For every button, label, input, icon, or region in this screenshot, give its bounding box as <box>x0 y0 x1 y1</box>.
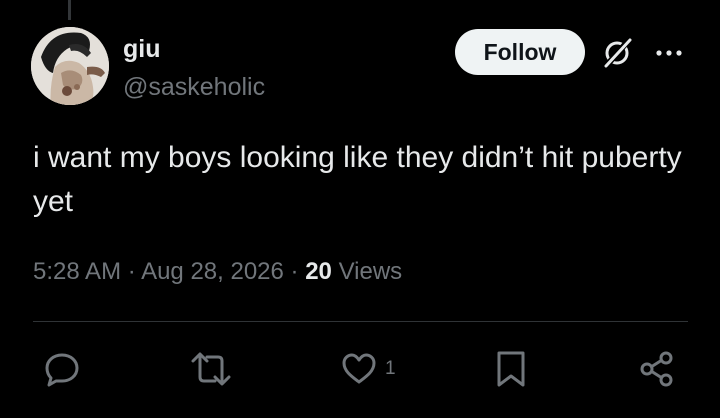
views-count[interactable]: 20 <box>305 258 332 285</box>
retweet-icon <box>191 352 231 386</box>
grok-icon[interactable] <box>600 35 636 71</box>
tweet-metadata: 5:28 AM · Aug 28, 2026 · 20 Views <box>33 256 402 288</box>
reply-icon <box>45 353 79 387</box>
author-handle[interactable]: @saskeholic <box>123 72 265 102</box>
like-count: 1 <box>385 358 396 379</box>
tweet-text: i want my boys looking like they didn’t … <box>33 141 682 218</box>
thread-connector-line <box>68 0 71 20</box>
author-name[interactable]: giu <box>123 34 161 64</box>
follow-button[interactable]: Follow <box>455 29 585 75</box>
share-icon <box>640 351 673 387</box>
bookmark-icon <box>497 351 525 387</box>
share-button[interactable] <box>637 349 677 389</box>
heart-icon <box>342 353 376 384</box>
more-icon[interactable] <box>654 38 684 68</box>
tweet-date[interactable]: Aug 28, 2026 <box>141 258 284 285</box>
meta-separator: · <box>283 258 306 285</box>
bookmark-button[interactable] <box>491 349 531 389</box>
like-button[interactable]: 1 <box>339 349 396 389</box>
views-label[interactable]: Views <box>332 258 403 285</box>
divider <box>33 321 688 322</box>
retweet-button[interactable] <box>189 349 233 389</box>
avatar-image <box>31 27 109 105</box>
reply-button[interactable] <box>42 349 82 389</box>
avatar[interactable] <box>31 27 109 105</box>
tweet-time[interactable]: 5:28 AM <box>33 258 121 285</box>
meta-separator: · <box>121 258 142 285</box>
